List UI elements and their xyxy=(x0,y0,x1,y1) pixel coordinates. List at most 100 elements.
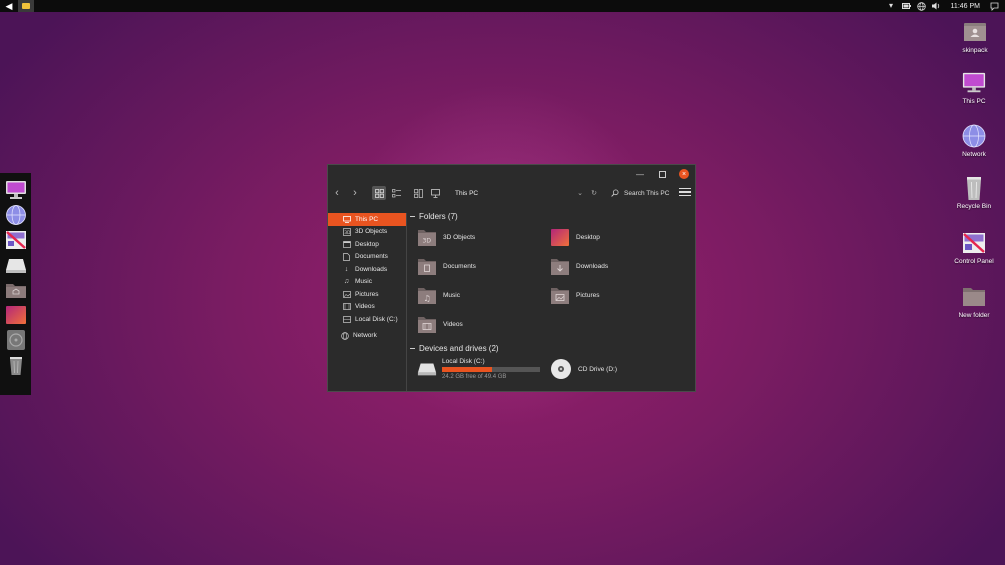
address-bar[interactable]: This PC xyxy=(455,190,573,197)
folders-grid: 3D 3D Objects Desktop Documents Download… xyxy=(407,223,695,339)
tiles-view-button[interactable] xyxy=(411,186,425,200)
videos-folder-icon xyxy=(418,317,436,333)
desktop-icon-recycle-bin[interactable]: Recycle Bin xyxy=(949,176,999,210)
minimize-button[interactable]: — xyxy=(629,165,651,183)
drives-grid: Local Disk (C:) 24.2 GB free of 49.4 GB … xyxy=(407,355,695,383)
disk-dock-item[interactable] xyxy=(4,254,28,276)
nav-label: Desktop xyxy=(355,240,379,248)
search-placeholder: Search This PC xyxy=(624,189,670,197)
desktop-icon-control-panel[interactable]: Control Panel xyxy=(949,231,999,265)
folders-group-header[interactable]: Folders (7) xyxy=(407,209,695,223)
chevron-down-icon[interactable]: ▾ xyxy=(887,2,896,11)
desktop-icon-new-folder[interactable]: New folder xyxy=(949,285,999,319)
control-panel-icon xyxy=(962,231,986,255)
desktop-icon-label: This PC xyxy=(962,98,986,105)
desktop-icon-label: skinpack xyxy=(962,47,988,54)
disk-usage-bar xyxy=(442,367,540,372)
back-button[interactable]: ‹ xyxy=(328,184,346,202)
close-button[interactable]: × xyxy=(673,165,695,183)
desktop-icon xyxy=(342,240,351,248)
search-box[interactable]: Search This PC xyxy=(611,189,675,197)
drive-local-disk-c[interactable]: Local Disk (C:) 24.2 GB free of 49.4 GB xyxy=(407,355,540,383)
file-explorer-window: — × ‹ › This PC ⌄ ↻ Search This PC This … xyxy=(327,164,696,392)
nav-item-documents[interactable]: Documents xyxy=(328,251,406,264)
forward-button[interactable]: › xyxy=(346,184,364,202)
details-view-button[interactable] xyxy=(389,186,403,200)
nav-label: Pictures xyxy=(355,290,379,298)
maximize-button[interactable] xyxy=(651,165,673,183)
chevron-down-icon[interactable]: ⌄ xyxy=(573,189,587,197)
folder-3d-objects[interactable]: 3D 3D Objects xyxy=(407,223,540,252)
desktop-icon-network[interactable]: Network xyxy=(949,124,999,158)
cd-drive-dock-item[interactable] xyxy=(4,329,28,351)
back-icon[interactable]: ◀ xyxy=(0,0,18,12)
drive-cd-d[interactable]: CD Drive (D:) xyxy=(540,355,673,383)
folder-music[interactable]: ♫ Music xyxy=(407,281,540,310)
svg-text:♫: ♫ xyxy=(424,294,431,303)
network-globe-icon xyxy=(962,124,986,148)
nav-label: Downloads xyxy=(355,265,388,273)
nav-label: Videos xyxy=(355,303,375,311)
network-dock-item[interactable] xyxy=(4,204,28,226)
desktop-folder-dock-item[interactable] xyxy=(4,304,28,326)
desktop-icon-this-pc[interactable]: This PC xyxy=(949,71,999,105)
refresh-icon[interactable]: ↻ xyxy=(587,189,601,197)
nav-label: Documents xyxy=(355,253,388,261)
desktop-icon-label: New folder xyxy=(958,312,990,319)
tiles-view-icon xyxy=(413,188,423,198)
nav-item-this-pc[interactable]: This PC xyxy=(328,213,406,226)
nav-item-network[interactable]: Network xyxy=(328,330,406,343)
folder-documents[interactable]: Documents xyxy=(407,252,540,281)
this-pc-location-button[interactable] xyxy=(428,186,442,200)
folder-downloads[interactable]: Downloads xyxy=(540,252,673,281)
drive-free-space: 24.2 GB free of 49.4 GB xyxy=(442,374,507,380)
desktop-folder-icon xyxy=(551,229,569,246)
nav-item-downloads[interactable]: ↓ Downloads xyxy=(328,263,406,276)
nav-label: Music xyxy=(355,278,372,286)
recycle-bin-icon xyxy=(9,357,22,375)
search-icon xyxy=(611,189,619,197)
drive-icon xyxy=(342,315,351,323)
folder-videos[interactable]: Videos xyxy=(407,310,540,339)
nav-item-desktop[interactable]: Desktop xyxy=(328,238,406,251)
network-icon[interactable] xyxy=(916,1,926,11)
clock[interactable]: 11:46 PM xyxy=(951,3,980,10)
file-explorer-taskbar-button[interactable] xyxy=(18,0,34,12)
notification-icon[interactable] xyxy=(990,2,999,11)
this-pc-dock-item[interactable] xyxy=(4,179,28,201)
nav-item-music[interactable]: ♫ Music xyxy=(328,276,406,289)
battery-icon[interactable] xyxy=(901,2,911,11)
hard-drive-icon xyxy=(417,363,437,376)
nav-label: Network xyxy=(353,332,377,340)
desktop-icon-skinpack[interactable]: skinpack xyxy=(950,20,1000,54)
svg-text:3D: 3D xyxy=(344,230,351,236)
volume-icon[interactable] xyxy=(931,2,941,11)
home-folder-dock-item[interactable] xyxy=(4,279,28,301)
nav-item-3d-objects[interactable]: 3D 3D Objects xyxy=(328,226,406,239)
pictures-icon xyxy=(342,290,351,298)
desktop-icon-label: Network xyxy=(962,151,986,158)
hamburger-menu-icon[interactable] xyxy=(679,186,691,198)
collapse-icon xyxy=(410,347,415,349)
top-panel: ◀ ▾ 11:46 PM xyxy=(0,0,1005,12)
recycle-bin-dock-item[interactable] xyxy=(4,354,28,376)
folder-icon xyxy=(962,285,986,309)
large-icons-view-button[interactable] xyxy=(372,186,386,200)
content-pane: Folders (7) 3D 3D Objects Desktop Docume… xyxy=(407,209,695,391)
nav-item-videos[interactable]: Videos xyxy=(328,301,406,314)
control-panel-dock-item[interactable] xyxy=(4,229,28,251)
computer-icon xyxy=(430,188,440,198)
folder-label: Downloads xyxy=(576,263,609,270)
grid-view-icon xyxy=(374,188,384,198)
folder-pictures[interactable]: Pictures xyxy=(540,281,673,310)
nav-item-local-disk[interactable]: Local Disk (C:) xyxy=(328,313,406,326)
nav-item-pictures[interactable]: Pictures xyxy=(328,288,406,301)
dock xyxy=(0,173,31,395)
collapse-icon xyxy=(410,215,415,217)
navigation-pane: This PC 3D 3D Objects Desktop Documents … xyxy=(328,213,407,391)
folder-desktop[interactable]: Desktop xyxy=(540,223,673,252)
folder-label: 3D Objects xyxy=(443,234,476,241)
devices-group-header[interactable]: Devices and drives (2) xyxy=(407,341,695,355)
folder-label: Pictures xyxy=(576,292,600,299)
toolbar: ‹ › This PC ⌄ ↻ Search This PC xyxy=(328,183,695,203)
